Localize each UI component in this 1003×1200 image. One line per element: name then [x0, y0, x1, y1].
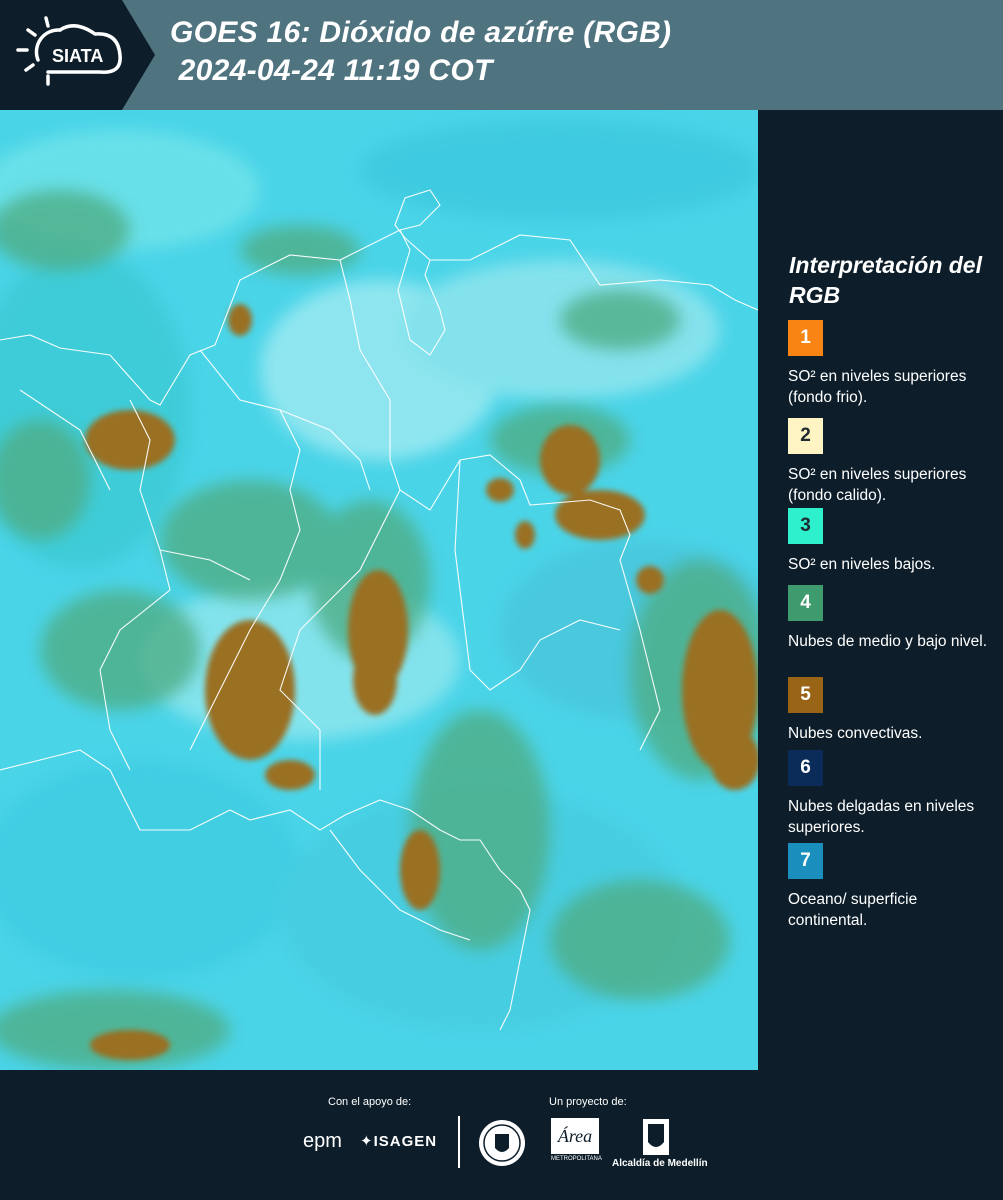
page-title: GOES 16: Dióxido de azúfre (RGB) 2024-04… — [170, 16, 672, 87]
isagen-icon: ✦ — [360, 1133, 374, 1150]
legend-label-7: Oceano/ superficie continental. — [788, 891, 918, 929]
legend-swatch-2: 2 — [788, 418, 823, 454]
legend-item-1: 1 SO² en niveles superiores (fondo frio)… — [788, 320, 998, 408]
legend-label-6: Nubes delgadas en niveles superiores. — [788, 798, 975, 836]
legend-item-2: 2 SO² en niveles superiores (fondo calid… — [788, 418, 998, 506]
legend-title: Interpretación del RGB — [789, 252, 982, 308]
isagen-label: ISAGEN — [373, 1133, 438, 1150]
legend-swatch-3: 3 — [788, 508, 823, 544]
legend-item-4: 4 Nubes de medio y bajo nivel. — [788, 585, 998, 652]
area-metropolitana-icon: Área — [551, 1118, 599, 1154]
legend-label-3: SO² en niveles bajos. — [788, 556, 936, 573]
epm-logo: epm — [303, 1130, 342, 1152]
rgb-legend: Interpretación del RGB 1 SO² en niveles … — [758, 110, 1003, 1070]
medellin-seal-icon — [479, 1120, 525, 1166]
area-metropolitana-logo: Área METROPOLITANA — [551, 1118, 602, 1170]
area-metropolitana-label: METROPOLITANA — [551, 1156, 602, 1162]
legend-swatch-4: 4 — [788, 585, 823, 621]
header-bar: SIATA GOES 16: Dióxido de azúfre (RGB) 2… — [0, 0, 1003, 110]
legend-item-3: 3 SO² en niveles bajos. — [788, 508, 998, 575]
alcaldia-shield-icon — [643, 1119, 669, 1155]
legend-item-5: 5 Nubes convectivas. — [788, 677, 998, 744]
svg-text:SIATA: SIATA — [52, 46, 103, 66]
isagen-logo: ✦ISAGEN — [360, 1132, 437, 1150]
legend-label-2: SO² en niveles superiores (fondo calido)… — [788, 466, 967, 504]
alcaldia-label: Alcaldía de Medellín — [612, 1158, 708, 1169]
footer: Con el apoyo de: Un proyecto de: epm ✦IS… — [0, 1070, 1003, 1200]
siata-logo: SIATA — [0, 0, 155, 110]
footer-divider — [458, 1116, 460, 1168]
legend-swatch-1: 1 — [788, 320, 823, 356]
legend-swatch-7: 7 — [788, 843, 823, 879]
legend-label-4: Nubes de medio y bajo nivel. — [788, 633, 988, 650]
legend-swatch-5: 5 — [788, 677, 823, 713]
legend-label-5: Nubes convectivas. — [788, 725, 923, 742]
project-label: Un proyecto de: — [549, 1096, 627, 1108]
legend-item-7: 7 Oceano/ superficie continental. — [788, 843, 998, 931]
legend-swatch-6: 6 — [788, 750, 823, 786]
support-label: Con el apoyo de: — [328, 1096, 412, 1108]
satellite-map — [0, 110, 758, 1070]
legend-label-1: SO² en niveles superiores (fondo frio). — [788, 368, 967, 406]
legend-item-6: 6 Nubes delgadas en niveles superiores. — [788, 750, 998, 838]
